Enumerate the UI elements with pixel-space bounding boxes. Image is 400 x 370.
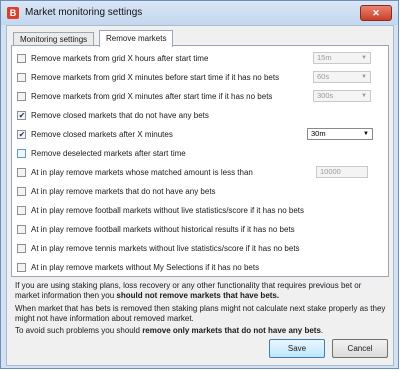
settings-window: B Market monitoring settings ✕ Monitorin… [0, 0, 399, 369]
option-label: Remove markets from grid X minutes befor… [31, 73, 280, 82]
close-icon: ✕ [372, 8, 380, 18]
matched-amount-checkbox[interactable] [17, 168, 26, 177]
option-row: At in play remove markets whose matched … [17, 166, 383, 180]
option-label: Remove closed markets after X minutes [31, 130, 173, 139]
option-label: At in play remove markets that do not ha… [31, 187, 216, 196]
option-label: Remove deselected markets after start ti… [31, 149, 186, 158]
advice-note: To avoid such problems you should remove… [15, 326, 324, 335]
hours-after-start-checkbox[interactable] [17, 54, 26, 63]
info-note: When market that has bets is removed the… [15, 304, 386, 323]
tab-remove-markets[interactable]: Remove markets [99, 30, 174, 47]
minutes-after-start-select[interactable]: 300s ▼ [313, 90, 371, 102]
remove-markets-panel: Remove markets from grid X hours after s… [11, 45, 389, 277]
option-label: At in play remove markets whose matched … [31, 168, 253, 177]
minutes-before-start-select[interactable]: 60s ▼ [313, 71, 371, 83]
option-label: At in play remove markets without My Sel… [31, 263, 260, 272]
title-bar[interactable]: B Market monitoring settings ✕ [1, 1, 398, 25]
football-no-history-checkbox[interactable] [17, 225, 26, 234]
option-label: Remove closed markets that do not have a… [31, 111, 209, 120]
dialog-body: Monitoring settings Remove markets Remov… [6, 25, 394, 366]
option-row: At in play remove markets without My Sel… [17, 263, 383, 275]
football-no-live-stats-checkbox[interactable] [17, 206, 26, 215]
chevron-down-icon: ▼ [361, 55, 367, 61]
no-my-selections-checkbox[interactable] [17, 263, 26, 272]
option-row: At in play remove football markets witho… [17, 206, 383, 218]
closed-after-minutes-checkbox[interactable] [17, 130, 26, 139]
option-row: At in play remove tennis markets without… [17, 244, 383, 256]
option-row: Remove markets from grid X hours after s… [17, 52, 383, 66]
option-row: Remove markets from grid X minutes after… [17, 90, 383, 104]
close-button[interactable]: ✕ [360, 5, 392, 21]
chevron-down-icon: ▼ [361, 93, 367, 99]
save-button[interactable]: Save [269, 339, 325, 358]
app-logo-icon: B [7, 7, 19, 19]
option-label: Remove markets from grid X hours after s… [31, 54, 209, 63]
option-row: At in play remove markets that do not ha… [17, 187, 383, 199]
chevron-down-icon: ▼ [363, 131, 369, 137]
tab-monitoring-settings[interactable]: Monitoring settings [13, 32, 95, 46]
option-row: Remove closed markets that do not have a… [17, 111, 383, 123]
cancel-button[interactable]: Cancel [332, 339, 388, 358]
window-title: Market monitoring settings [25, 7, 143, 18]
option-row: Remove closed markets after X minutes 30… [17, 128, 383, 142]
chevron-down-icon: ▼ [361, 74, 367, 80]
closed-after-minutes-select[interactable]: 30m ▼ [307, 128, 373, 140]
option-row: Remove deselected markets after start ti… [17, 149, 383, 161]
option-label: At in play remove football markets witho… [31, 225, 295, 234]
matched-amount-input[interactable]: 10000 [316, 166, 368, 178]
hours-after-start-select[interactable]: 15m ▼ [313, 52, 371, 64]
option-label: At in play remove football markets witho… [31, 206, 305, 215]
tennis-no-live-stats-checkbox[interactable] [17, 244, 26, 253]
minutes-before-start-checkbox[interactable] [17, 73, 26, 82]
option-label: Remove markets from grid X minutes after… [31, 92, 273, 101]
deselected-after-start-checkbox[interactable] [17, 149, 26, 158]
option-row: Remove markets from grid X minutes befor… [17, 71, 383, 85]
option-label: At in play remove tennis markets without… [31, 244, 300, 253]
closed-no-bets-checkbox[interactable] [17, 111, 26, 120]
option-row: At in play remove football markets witho… [17, 225, 383, 237]
warning-note: If you are using staking plans, loss rec… [15, 281, 362, 300]
minutes-after-start-checkbox[interactable] [17, 92, 26, 101]
inplay-no-bets-checkbox[interactable] [17, 187, 26, 196]
